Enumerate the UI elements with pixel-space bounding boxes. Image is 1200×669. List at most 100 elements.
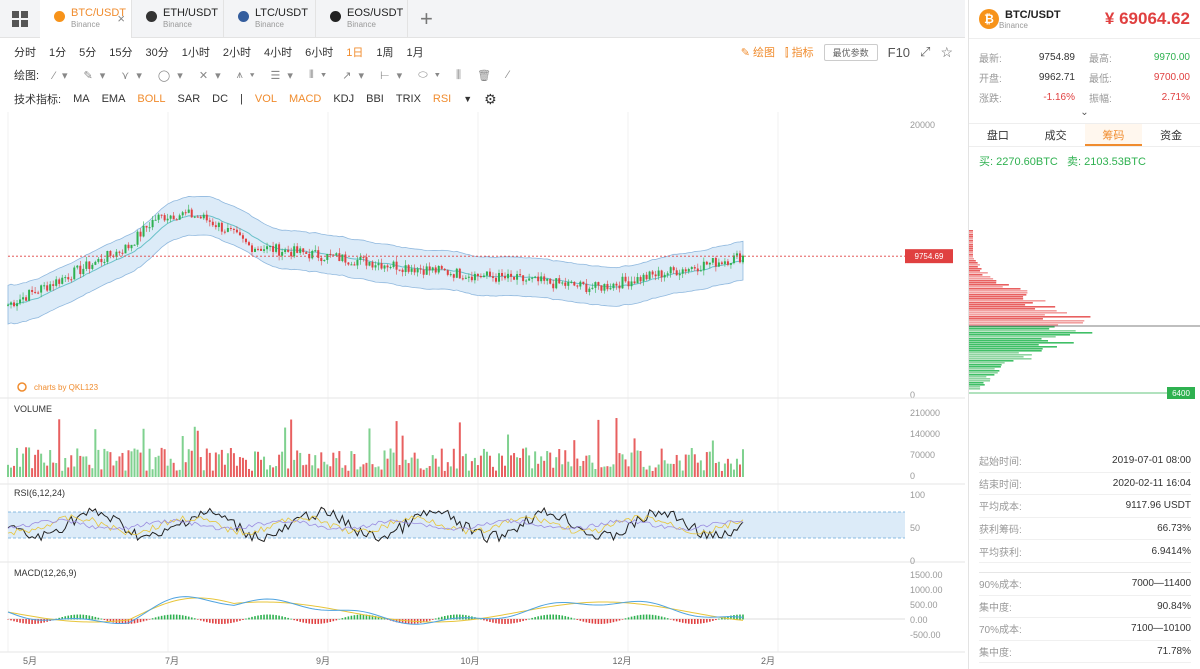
sidebar-tab[interactable]: 成交 — [1027, 124, 1085, 146]
timeframe-option[interactable]: 5分 — [79, 44, 96, 60]
optimize-params-button[interactable]: 最优参数 — [823, 43, 878, 61]
macd-histogram-bar — [504, 619, 506, 624]
indicator-option[interactable]: BBI — [366, 93, 384, 105]
timeframe-option[interactable]: 6小时 — [305, 44, 333, 60]
timeframe-option[interactable]: 1周 — [376, 44, 393, 60]
timeframe-option[interactable]: 2小时 — [223, 44, 251, 60]
dropdown-icon[interactable]: ▼ — [463, 94, 472, 104]
bars-tool-icon[interactable]: ⫼ — [456, 69, 463, 82]
timeframe-option[interactable]: 1分 — [49, 44, 66, 60]
stat-row: 涨跌: -1.16% 振幅: 2.71% — [979, 87, 1190, 107]
chip-bar — [969, 294, 1027, 296]
timeframe-option[interactable]: 1月 — [407, 44, 424, 60]
indicator-button[interactable]: ⫿ 指标 — [785, 44, 814, 60]
chip-bar — [969, 318, 1043, 320]
indicator-option[interactable]: EMA — [102, 93, 126, 105]
candle — [136, 231, 139, 245]
pattern-tool-icon[interactable]: ⩚ ▾ — [237, 69, 257, 82]
settings-gear-icon[interactable]: ⚙ — [484, 91, 497, 108]
indicator-option[interactable]: DC — [212, 93, 228, 105]
volume-axis-label: 70000 — [910, 450, 935, 460]
brush-tool-icon[interactable]: ⁄ — [507, 69, 511, 81]
circle-tool-icon[interactable]: ◯ ▾ — [158, 69, 185, 82]
candle — [488, 271, 491, 277]
indicator-option[interactable]: MA — [73, 93, 90, 105]
marker-tool-icon[interactable]: ⬭ ▾ — [418, 69, 442, 82]
indicator-option[interactable]: TRIX — [396, 93, 421, 105]
timeframe-option[interactable]: 1日 — [346, 44, 363, 60]
f10-button[interactable]: F10 — [888, 45, 910, 60]
tab-eos-usdt[interactable]: EOS/USDT Binance — [316, 0, 408, 38]
volume-bar — [702, 470, 705, 477]
indicator-option[interactable]: VOL — [255, 93, 277, 105]
chip-bar — [969, 322, 1083, 324]
line-tool-icon[interactable]: ⁄ ▾ — [53, 69, 69, 82]
candle — [160, 214, 163, 216]
tab-btc-usdt[interactable]: BTC/USDT Binance × — [40, 0, 132, 38]
measure-tool-icon[interactable]: ⊢ ▾ — [380, 69, 404, 82]
timeframe-option[interactable]: 15分 — [109, 44, 132, 60]
tab-eth-usdt[interactable]: ETH/USDT Binance — [132, 0, 224, 38]
trash-icon[interactable]: 🗑 — [477, 69, 493, 82]
timeframe-option[interactable]: 30分 — [146, 44, 169, 60]
chart-area[interactable]: 9754.69 20000 0 charts by QKL123 VOLUME 21000… — [0, 112, 965, 669]
candle — [226, 228, 229, 232]
indicator-option[interactable]: MACD — [289, 93, 321, 105]
timeframe-option[interactable]: 4小时 — [264, 44, 292, 60]
indicator-option[interactable]: BOLL — [137, 93, 165, 105]
indicator-option[interactable]: KDJ — [333, 93, 354, 105]
sidebar-tab[interactable]: 盘口 — [969, 124, 1027, 146]
macd-histogram-bar — [254, 616, 256, 620]
volume-bar — [470, 461, 473, 477]
grid-menu-icon[interactable] — [0, 0, 40, 38]
macd-histogram-bar — [7, 619, 9, 620]
volume-bar — [320, 452, 323, 477]
chip-bar — [969, 370, 1000, 372]
macd-histogram-bar — [193, 618, 196, 620]
candle — [124, 244, 127, 254]
macd-histogram-bar — [709, 619, 711, 622]
cross-tool-icon[interactable]: ✕ ▾ — [199, 69, 223, 82]
tab-ltc-usdt[interactable]: LTC/USDT Binance — [224, 0, 316, 38]
rsi-axis-label: 100 — [910, 490, 925, 500]
close-icon[interactable]: × — [117, 11, 125, 26]
timeframe-option[interactable]: 1小时 — [182, 44, 210, 60]
macd-histogram-bar — [543, 615, 545, 620]
macd-histogram-bar — [718, 618, 720, 620]
volume-axis-label: 0 — [910, 471, 915, 481]
gann-tool-icon[interactable]: ⦀ ▾ — [309, 69, 328, 82]
macd-histogram-bar — [290, 618, 292, 620]
volume-bar — [434, 458, 437, 477]
arrow-tool-icon[interactable]: ↗ ▾ — [342, 69, 366, 82]
add-tab-button[interactable]: + — [420, 6, 433, 32]
indicator-option[interactable]: | — [240, 93, 243, 105]
sidebar-tab[interactable]: 筹码 — [1084, 124, 1143, 146]
candle — [675, 270, 678, 276]
fork-tool-icon[interactable]: ⋎ ▾ — [121, 69, 144, 82]
candle — [404, 265, 407, 273]
volume-bar — [419, 468, 422, 477]
macd-histogram-bar — [16, 619, 18, 623]
star-icon[interactable]: ☆ — [940, 44, 953, 61]
indicator-option[interactable]: SAR — [178, 93, 201, 105]
chevron-down-icon[interactable]: ⌄ — [969, 107, 1200, 121]
pen-tool-icon[interactable]: ✎ ▾ — [83, 69, 107, 82]
timeframe-option[interactable]: 分时 — [14, 44, 36, 60]
x-axis-label: 10月 — [460, 656, 479, 666]
candle — [383, 265, 386, 269]
chip-bar — [969, 324, 1059, 326]
fib-tool-icon[interactable]: ☰ ▾ — [271, 69, 295, 82]
draw-button[interactable]: ✎ 绘图 — [741, 44, 775, 60]
volume-bar — [389, 448, 392, 477]
volume-bar — [464, 453, 467, 477]
candle — [600, 285, 603, 291]
info-key: 起始时间: — [979, 457, 1022, 469]
chip-bar — [969, 276, 991, 278]
volume-bar — [416, 458, 419, 477]
chip-bar — [969, 336, 1056, 338]
indicator-option[interactable]: RSI — [433, 93, 451, 105]
macd-histogram-bar — [230, 619, 232, 624]
fullscreen-icon[interactable]: ⤢ — [920, 44, 930, 60]
sidebar-tab[interactable]: 资金 — [1142, 124, 1200, 146]
volume-bar — [717, 461, 720, 477]
